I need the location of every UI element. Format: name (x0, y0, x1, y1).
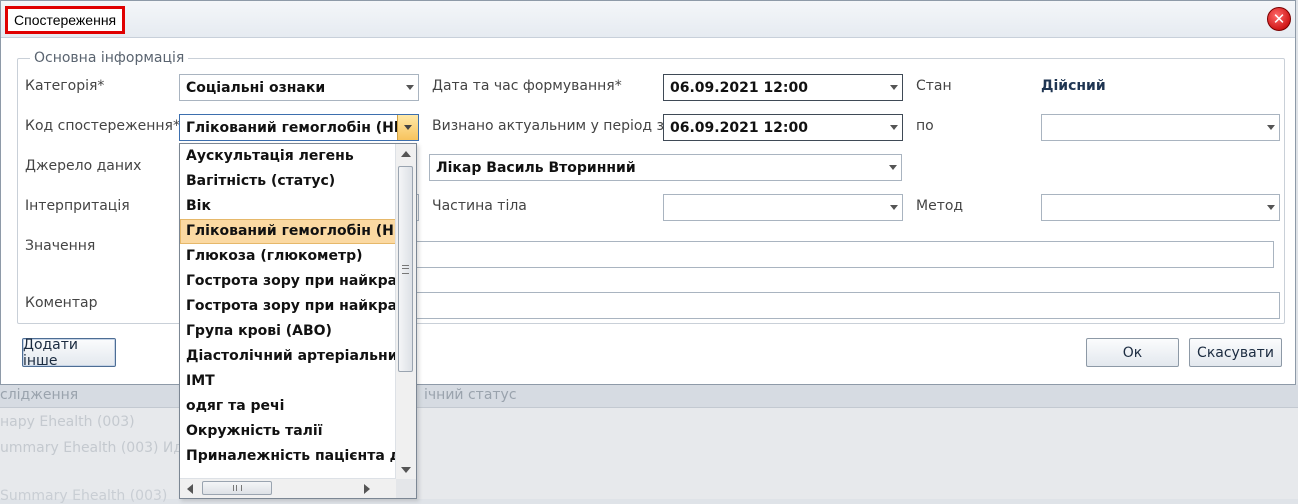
formed-datetime-value: 06.09.2021 12:00 (670, 80, 809, 96)
chevron-down-icon[interactable] (890, 125, 898, 130)
actual-to-combo[interactable] (1041, 114, 1280, 141)
chevron-down-icon[interactable] (890, 205, 898, 210)
ok-button[interactable]: Ок (1086, 338, 1179, 367)
dropdown-arrow-icon[interactable] (397, 115, 418, 140)
close-icon[interactable]: ✕ (1267, 7, 1291, 31)
chevron-down-icon[interactable] (890, 85, 898, 90)
dropdown-list: Аускультація легень Вагітність (статус) Ві… (180, 144, 396, 480)
actual-from-value: 06.09.2021 12:00 (670, 120, 809, 136)
scroll-corner (396, 479, 416, 498)
cancel-button[interactable]: Скасувати (1189, 338, 1282, 367)
actual-from-combo[interactable]: 06.09.2021 12:00 (663, 114, 903, 141)
source-label: Джерело даних (25, 158, 142, 174)
actual-from-label: Визнано актуальним у період з* (432, 118, 671, 134)
dropdown-item[interactable]: ІМТ (180, 369, 396, 394)
dropdown-item[interactable]: Гострота зору при найкращі (180, 294, 396, 319)
dropdown-item[interactable]: Аускультація легень (180, 144, 396, 169)
dialog-title: Спостереження (5, 6, 126, 34)
value-label: Значення (25, 238, 96, 254)
body-part-combo[interactable] (663, 194, 903, 221)
dropdown-item[interactable]: Діастолічний артеріальний т (180, 344, 396, 369)
chevron-down-icon[interactable] (406, 85, 414, 90)
horizontal-scrollbar[interactable] (180, 478, 396, 498)
category-label: Категорія* (25, 78, 105, 94)
dropdown-item[interactable]: Окружність талії (180, 419, 396, 444)
observation-code-dropdown[interactable]: Аускультація легень Вагітність (статус) Ві… (179, 143, 417, 499)
dropdown-item[interactable]: Гострота зору при найкращі (180, 269, 396, 294)
grip-icon (402, 265, 409, 274)
scroll-thumb[interactable] (398, 166, 413, 372)
add-other-button[interactable]: Додати інше (22, 337, 116, 369)
group-legend: Основна інформація (30, 50, 189, 66)
dropdown-item[interactable]: Глюкоза (глюкометр) (180, 244, 396, 269)
chevron-down-icon[interactable] (1267, 125, 1275, 130)
dropdown-item[interactable]: одяг та речі (180, 394, 396, 419)
category-combo[interactable]: Соціальні ознаки (179, 74, 419, 101)
source-value: Лікар Василь Вторинний (436, 160, 636, 176)
method-combo[interactable] (1041, 194, 1280, 221)
bg-header-left: слідження (0, 387, 79, 403)
bg-row-1: нару Ehealth (003) (0, 414, 135, 430)
bg-row-3: Summary Ehealth (003) (0, 488, 168, 504)
vertical-scrollbar[interactable] (395, 144, 416, 480)
scroll-up-icon[interactable] (401, 151, 411, 157)
bg-header-right: ічний статус (424, 387, 517, 403)
code-label: Код спостереження* (25, 118, 180, 134)
state-label: Стан (916, 78, 952, 94)
method-label: Метод (916, 198, 964, 214)
horizontal-scroll-thumb[interactable] (202, 481, 272, 495)
comment-input[interactable] (410, 292, 1280, 319)
category-value: Соціальні ознаки (186, 80, 326, 96)
value-input[interactable] (410, 241, 1274, 268)
scroll-left-icon[interactable] (187, 484, 193, 494)
dropdown-item[interactable]: Вагітність (статус) (180, 169, 396, 194)
state-value: Дійсний (1041, 78, 1106, 94)
formed-datetime-combo[interactable]: 06.09.2021 12:00 (663, 74, 903, 101)
scroll-down-icon[interactable] (401, 467, 411, 473)
title-bar: Спостереження ✕ (1, 1, 1295, 38)
body-part-label: Частина тіла (432, 198, 527, 214)
chevron-down-icon[interactable] (889, 165, 897, 170)
dropdown-item[interactable]: Група крові (АВО) (180, 319, 396, 344)
code-combo[interactable]: Глікований гемоглобін (HbA (179, 114, 419, 141)
dropdown-item[interactable]: Вік (180, 194, 396, 219)
comment-label: Коментар (25, 295, 98, 311)
source-combo[interactable]: Лікар Василь Вторинний (429, 154, 902, 181)
chevron-down-icon[interactable] (1267, 205, 1275, 210)
scroll-right-icon[interactable] (364, 484, 370, 494)
interpretation-label: Інтерпритація (25, 198, 130, 214)
dropdown-item[interactable]: Приналежність пацієнта до г (180, 444, 396, 469)
code-value: Глікований гемоглобін (HbA (186, 120, 398, 136)
bg-row-2: ummary Ehealth (003) Ид (0, 440, 184, 456)
grip-icon (233, 485, 242, 491)
formed-label: Дата та час формування* (432, 78, 622, 94)
dropdown-item[interactable]: Глікований гемоглобін (HbA (180, 219, 396, 244)
to-label: по (916, 118, 934, 134)
